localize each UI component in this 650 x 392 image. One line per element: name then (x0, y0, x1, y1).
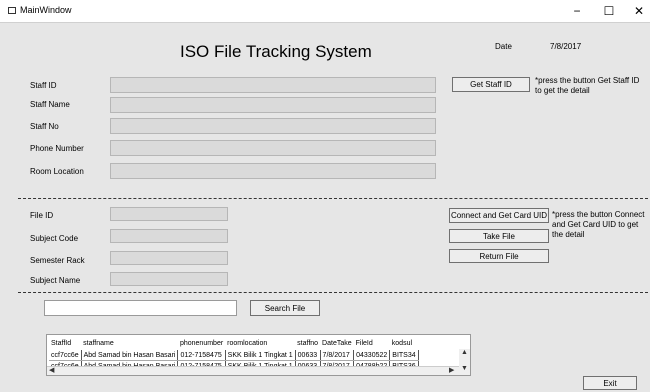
subject-name-field[interactable] (110, 272, 228, 286)
room-location-field[interactable] (110, 163, 436, 179)
get-staff-id-button[interactable]: Get Staff ID (452, 77, 530, 92)
exit-button[interactable]: Exit (583, 376, 637, 390)
table-cell: BITS34 (389, 350, 419, 361)
staff-id-field[interactable] (110, 77, 436, 93)
scroll-left-icon[interactable]: ◀ (49, 367, 54, 375)
file-id-label: File ID (30, 211, 54, 220)
column-header[interactable]: roomlocation (225, 337, 295, 350)
table-cell: Abd Samad bin Hasan Basari (81, 350, 179, 361)
return-file-button[interactable]: Return File (449, 249, 549, 263)
horizontal-scrollbar[interactable]: ◀ ▶ (47, 366, 459, 375)
file-id-field[interactable] (110, 207, 228, 221)
table-cell: 012-7158475 (177, 350, 226, 361)
phone-number-label: Phone Number (30, 144, 84, 153)
table-cell: SKK Bilik 1 Tingkat 1 (225, 350, 296, 361)
table-cell: 7/8/2017 (320, 350, 355, 361)
column-header[interactable]: staffname (81, 337, 178, 350)
take-file-button[interactable]: Take File (449, 229, 549, 243)
search-input[interactable] (44, 300, 237, 316)
scroll-right-icon[interactable]: ▶ (449, 367, 454, 375)
separator (18, 198, 648, 199)
semester-rack-field[interactable] (110, 251, 228, 265)
results-grid[interactable]: StaffId staffname phonenumber roomlocati… (46, 334, 471, 376)
vertical-scrollbar[interactable]: ▲ ▼ (459, 349, 470, 375)
column-header[interactable]: FileId (354, 337, 390, 350)
main-window: MainWindow − ☐ ✕ ISO File Tracking Syste… (0, 0, 650, 392)
staff-note: *press the button Get Staff ID to get th… (535, 76, 640, 95)
file-note: *press the button Connect and Get Card U… (552, 210, 645, 239)
staff-name-label: Staff Name (30, 100, 70, 109)
column-header[interactable]: StaffId (49, 337, 81, 350)
column-header[interactable]: phonenumber (178, 337, 225, 350)
column-header[interactable]: staffno (295, 337, 320, 350)
window-app-icon (8, 7, 16, 14)
date-label: Date (495, 42, 512, 51)
column-header[interactable]: DateTake (320, 337, 354, 350)
table-cell: ccf7cc6e (49, 350, 82, 361)
room-location-label: Room Location (30, 167, 84, 176)
phone-number-field[interactable] (110, 140, 436, 156)
column-header[interactable]: kodsul (390, 337, 418, 350)
minimize-icon[interactable]: − (564, 2, 590, 20)
staff-name-field[interactable] (110, 97, 436, 113)
table-cell: 00633 (295, 350, 321, 361)
date-value: 7/8/2017 (550, 42, 582, 51)
separator (18, 292, 648, 293)
page-title: ISO File Tracking System (180, 42, 372, 61)
staff-no-label: Staff No (30, 122, 59, 131)
scroll-down-icon[interactable]: ▼ (461, 365, 468, 373)
table-cell: 04330522 (353, 350, 391, 361)
staff-id-label: Staff ID (30, 81, 57, 90)
semester-rack-label: Semester Rack (30, 256, 85, 265)
title-bar: MainWindow − ☐ ✕ (0, 0, 650, 23)
subject-code-label: Subject Code (30, 234, 79, 243)
maximize-icon[interactable]: ☐ (596, 2, 622, 20)
connect-card-uid-button[interactable]: Connect and Get Card UID (449, 208, 549, 223)
staff-no-field[interactable] (110, 118, 436, 134)
close-icon[interactable]: ✕ (626, 2, 650, 20)
window-title: MainWindow (20, 5, 72, 15)
table-header-row: StaffId staffname phonenumber roomlocati… (49, 337, 418, 350)
subject-name-label: Subject Name (30, 276, 81, 285)
table-row[interactable]: ccf7cc6e Abd Samad bin Hasan Basari 012-… (49, 350, 419, 361)
subject-code-field[interactable] (110, 229, 228, 243)
scroll-up-icon[interactable]: ▲ (461, 349, 468, 357)
search-file-button[interactable]: Search File (250, 300, 320, 316)
